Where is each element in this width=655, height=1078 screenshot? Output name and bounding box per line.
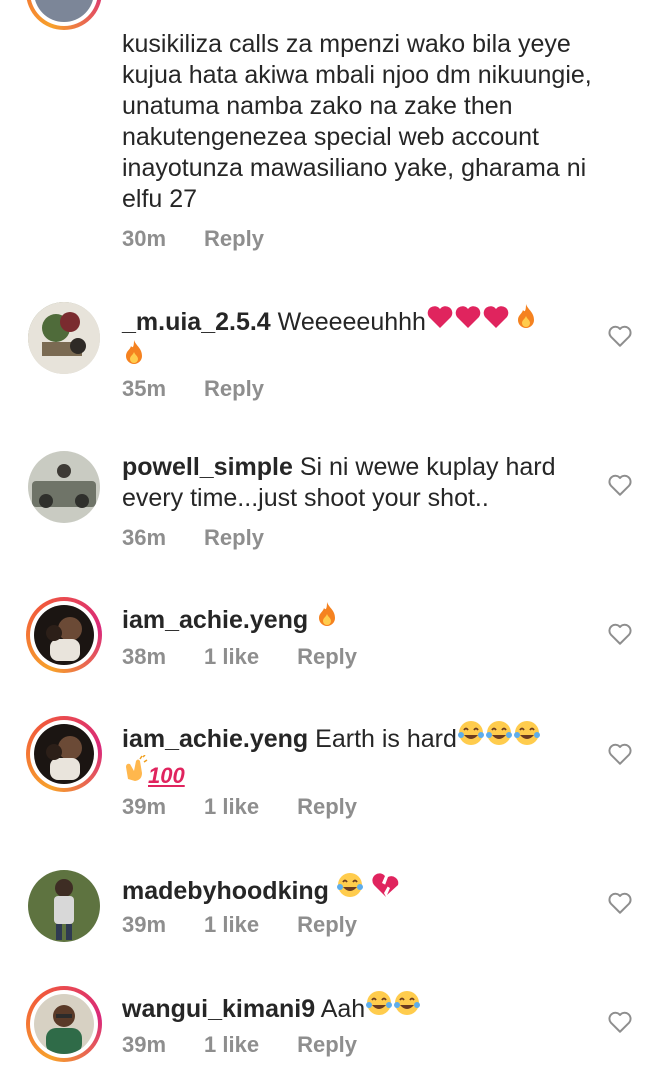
comment-body: kusikiliza calls za mpenzi wako bila yey…	[122, 30, 592, 213]
broken-heart-emoji	[371, 873, 401, 905]
tears-of-joy-emoji	[393, 991, 421, 1023]
comment-body: Aah	[320, 995, 366, 1023]
like-heart-icon[interactable]	[607, 472, 633, 498]
comment-text: iam_achie.yeng Earth is hard 100	[122, 719, 592, 791]
avatar-art	[34, 605, 94, 665]
avatar-image	[34, 994, 94, 1054]
avatar[interactable]	[26, 597, 102, 673]
comment-time: 38m	[122, 644, 167, 669]
comment-body: Earth is hard	[315, 725, 457, 753]
like-heart-icon[interactable]	[607, 621, 633, 647]
avatar-image	[28, 451, 100, 523]
reply-button[interactable]: Reply	[204, 525, 264, 551]
avatar-art	[34, 994, 94, 1054]
avatar[interactable]	[26, 300, 102, 376]
red-heart-emoji	[482, 306, 510, 336]
comment-meta: 39m 1 like Reply	[122, 912, 357, 938]
fire-emoji	[122, 340, 146, 372]
hundred-points-emoji: 100	[148, 763, 185, 788]
reply-button[interactable]: Reply	[297, 1032, 357, 1058]
reply-button[interactable]: Reply	[297, 912, 357, 938]
reply-button[interactable]: Reply	[297, 794, 357, 820]
comment-time: 36m	[122, 525, 167, 550]
comment-username[interactable]: iam_achie.yeng	[122, 606, 308, 634]
comment-meta: 39m 1 like Reply	[122, 794, 357, 820]
comment-time: 39m	[122, 794, 167, 819]
comment-meta: 38m 1 like Reply	[122, 644, 357, 670]
reply-button[interactable]: Reply	[204, 376, 264, 402]
like-count[interactable]: 1 like	[204, 912, 259, 938]
avatar-image	[28, 302, 100, 374]
clapping-hands-emoji	[122, 754, 148, 789]
comment-username[interactable]: iam_achie.yeng	[122, 725, 308, 753]
comment-meta: 39m 1 like Reply	[122, 1032, 357, 1058]
comment-time: 39m	[122, 1032, 167, 1057]
comment-username[interactable]: madebyhoodking	[122, 877, 329, 905]
comment-meta: 36m Reply	[122, 525, 264, 551]
tears-of-joy-emoji	[513, 721, 541, 753]
comment-text: powell_simple Si ni wewe kuplay hard eve…	[122, 452, 592, 514]
like-heart-icon[interactable]	[607, 1009, 633, 1035]
comment-username[interactable]: _m.uia_2.5.4	[122, 308, 271, 336]
comment-username[interactable]: wangui_kimani9	[122, 995, 315, 1023]
like-heart-icon[interactable]	[607, 741, 633, 767]
avatar-image	[34, 605, 94, 665]
avatar-art	[34, 724, 94, 784]
fire-emoji	[514, 304, 538, 336]
comment-time: 30m	[122, 226, 167, 251]
avatar[interactable]	[26, 0, 102, 30]
avatar[interactable]	[26, 986, 102, 1062]
avatar-image	[34, 724, 94, 784]
comment-time: 39m	[122, 912, 167, 937]
comment-text: madebyhoodking	[122, 871, 592, 907]
comment-body: Weeeeeuhhh	[277, 308, 426, 336]
avatar-image	[28, 870, 100, 942]
comment-text: wangui_kimani9 Aah	[122, 989, 592, 1025]
red-heart-emoji	[454, 306, 482, 336]
red-heart-emoji	[426, 306, 454, 336]
avatar[interactable]	[26, 716, 102, 792]
avatar[interactable]	[26, 449, 102, 525]
reply-button[interactable]: Reply	[297, 644, 357, 670]
avatar-art	[28, 870, 100, 942]
like-heart-icon[interactable]	[607, 890, 633, 916]
comment-text: _m.uia_2.5.4 Weeeeeuhhh	[122, 302, 592, 374]
avatar[interactable]	[26, 868, 102, 944]
avatar-art	[28, 451, 100, 523]
comment-time: 35m	[122, 376, 167, 401]
tears-of-joy-emoji	[365, 991, 393, 1023]
comment-username[interactable]: powell_simple	[122, 453, 293, 481]
like-heart-icon[interactable]	[607, 323, 633, 349]
comment-meta: 30m Reply	[122, 226, 264, 252]
like-count[interactable]: 1 like	[204, 794, 259, 820]
comment-text: kusikiliza calls za mpenzi wako bila yey…	[122, 29, 592, 215]
like-count[interactable]: 1 like	[204, 1032, 259, 1058]
tears-of-joy-emoji	[457, 721, 485, 753]
tears-of-joy-emoji	[485, 721, 513, 753]
avatar-art	[28, 302, 100, 374]
comment-text: iam_achie.yeng	[122, 600, 592, 636]
fire-emoji	[315, 602, 339, 634]
tears-of-joy-emoji	[336, 873, 364, 905]
comment-meta: 35m Reply	[122, 376, 264, 402]
reply-button[interactable]: Reply	[204, 226, 264, 252]
like-count[interactable]: 1 like	[204, 644, 259, 670]
